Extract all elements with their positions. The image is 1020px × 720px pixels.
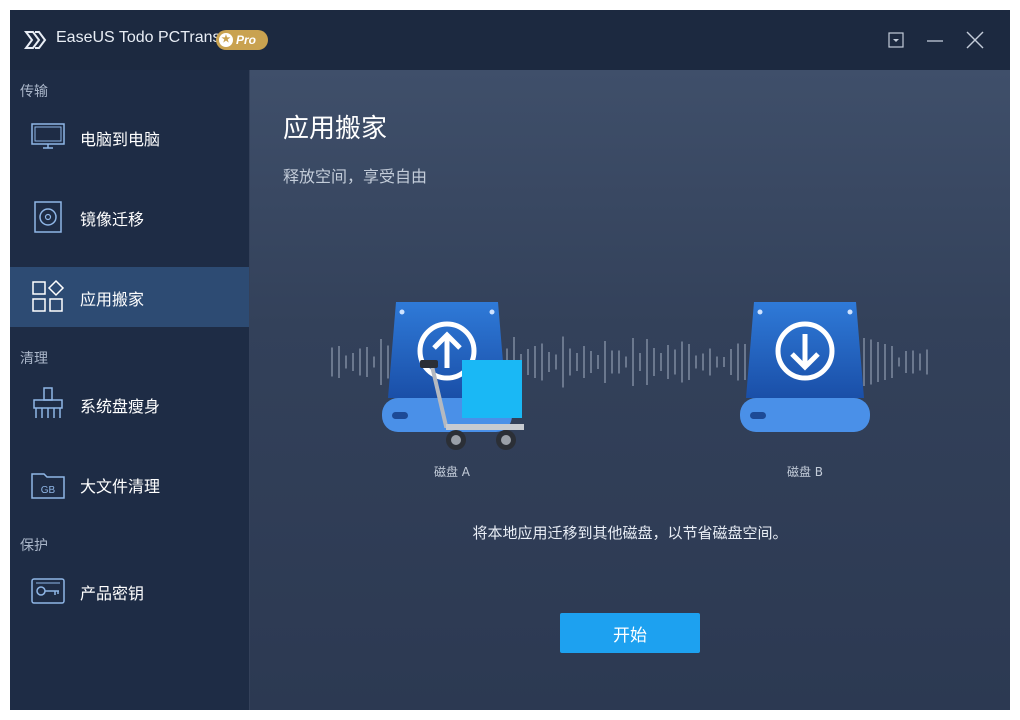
page-subtitle: 释放空间，享受自由 xyxy=(283,167,428,186)
pro-badge: ★ Pro xyxy=(216,30,268,50)
sidebar-item-pc-to-pc[interactable]: 电脑到电脑 xyxy=(10,107,249,167)
sidebar-item-large-file[interactable]: GB 大文件清理 xyxy=(10,454,249,514)
sidebar-item-label: 应用搬家 xyxy=(80,290,145,309)
cart-box-icon xyxy=(420,360,524,450)
sidebar: 传输 电脑到电脑 镜像迁移 应用搬家 清理 系统盘瘦身 GB 大文件清理 保护 … xyxy=(10,70,249,710)
sidebar-item-label: 电脑到电脑 xyxy=(80,130,161,149)
feature-description: 将本地应用迁移到其他磁盘，以节省磁盘空间。 xyxy=(472,524,788,542)
large-file-icon: GB xyxy=(31,473,65,499)
minimize-button[interactable] xyxy=(923,28,947,52)
sidebar-item-label: 产品密钥 xyxy=(80,584,145,603)
section-label-cleanup: 清理 xyxy=(20,351,48,367)
page-title: 应用搬家 xyxy=(283,114,388,144)
app-window: EaseUS Todo PCTrans ★ Pro 传输 电脑到电脑 镜像迁移 … xyxy=(10,10,1010,710)
sidebar-item-app-migrate[interactable]: 应用搬家 xyxy=(10,267,249,327)
drive-b-icon xyxy=(740,302,870,432)
star-icon: ★ xyxy=(219,33,233,47)
section-label-transfer: 传输 xyxy=(20,84,48,100)
section-label-protect: 保护 xyxy=(20,538,48,554)
easeus-logo-icon xyxy=(24,31,47,49)
svg-text:GB: GB xyxy=(41,485,56,496)
app-migrate-icon xyxy=(32,279,65,312)
main-panel: 应用搬家 释放空间，享受自由 磁盘 A 磁盘 B 将本地应用迁移到其他磁盘，以节… xyxy=(250,70,1010,710)
dropdown-icon xyxy=(888,32,904,48)
image-migrate-icon xyxy=(34,201,62,233)
close-button[interactable] xyxy=(963,28,987,52)
close-icon xyxy=(966,31,984,49)
sidebar-item-label: 大文件清理 xyxy=(80,477,161,496)
sidebar-item-label: 镜像迁移 xyxy=(80,210,145,229)
drive-a-label: 磁盘 A xyxy=(433,465,471,479)
system-cleanup-icon xyxy=(33,387,63,418)
sidebar-item-image-migrate[interactable]: 镜像迁移 xyxy=(10,187,249,247)
app-title: EaseUS Todo PCTrans xyxy=(56,29,221,46)
sidebar-item-product-key[interactable]: 产品密钥 xyxy=(10,561,249,621)
drive-b-label: 磁盘 B xyxy=(786,465,824,479)
minimize-icon xyxy=(927,40,943,42)
sidebar-item-label: 系统盘瘦身 xyxy=(80,397,161,416)
sidebar-item-system-cleanup[interactable]: 系统盘瘦身 xyxy=(10,374,249,434)
start-button[interactable]: 开始 xyxy=(560,613,700,653)
product-key-icon xyxy=(31,578,65,604)
title-bar: EaseUS Todo PCTrans ★ Pro xyxy=(10,10,1010,70)
pc-to-pc-icon xyxy=(31,123,65,149)
dropdown-button[interactable] xyxy=(884,28,908,52)
pro-badge-label: Pro xyxy=(236,33,257,47)
